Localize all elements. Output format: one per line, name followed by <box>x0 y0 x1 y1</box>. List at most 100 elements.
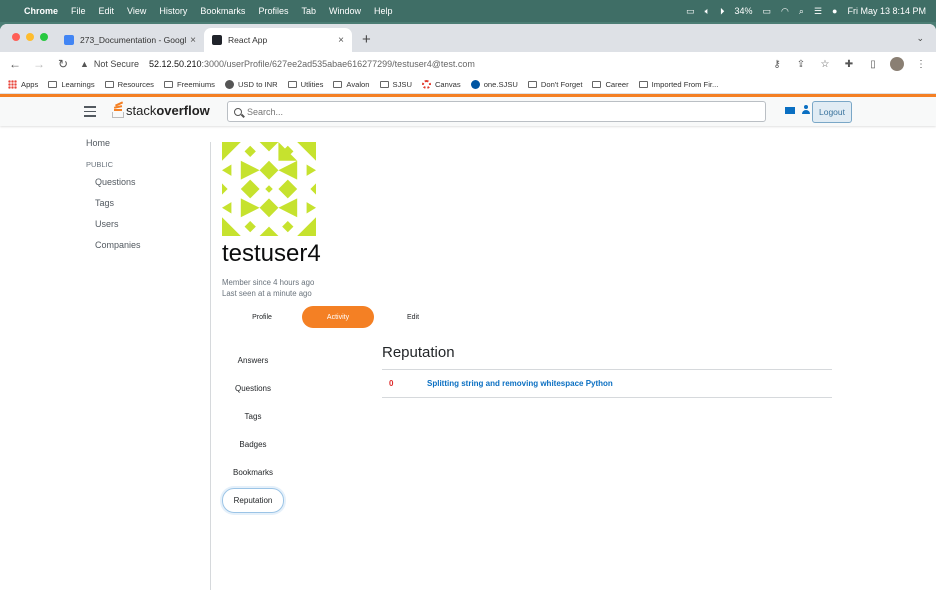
logout-button[interactable]: Logout <box>812 101 852 123</box>
folder-icon <box>333 81 343 88</box>
bookmark-utlities[interactable]: Utlities <box>287 80 323 89</box>
close-tab-icon[interactable]: × <box>190 35 196 46</box>
share-icon[interactable]: ⇪ <box>794 59 808 70</box>
canvas-icon <box>421 80 431 89</box>
tab-edit[interactable]: Edit <box>376 306 450 328</box>
hamburger-menu-icon[interactable] <box>84 106 96 120</box>
bookmark-avalon[interactable]: Avalon <box>333 80 370 89</box>
menu-app-name[interactable]: Chrome <box>24 6 58 16</box>
tab-react-app[interactable]: React App × <box>204 28 352 52</box>
sidebar-item-companies[interactable]: Companies <box>95 240 141 250</box>
last-seen: Last seen at a minute ago <box>222 289 312 298</box>
bookmark-resources[interactable]: Resources <box>104 80 154 89</box>
menu-help[interactable]: Help <box>374 6 393 16</box>
zoom-window-button[interactable] <box>40 33 48 41</box>
activity-nav-questions[interactable]: Questions <box>222 374 284 402</box>
close-tab-icon[interactable]: × <box>338 35 344 46</box>
search-icon <box>234 107 242 116</box>
screen: Chrome File Edit View History Bookmarks … <box>0 0 936 608</box>
bookmark-sjsu[interactable]: SJSU <box>379 80 412 89</box>
menu-edit[interactable]: Edit <box>99 6 115 16</box>
user-profile-icon[interactable] <box>801 105 811 115</box>
wifi-icon[interactable]: ◠ <box>781 6 789 17</box>
react-icon <box>212 35 222 45</box>
search-input[interactable] <box>247 106 765 117</box>
tab-search-chevron-icon[interactable]: ⌄ <box>916 33 924 44</box>
stackoverflow-logo-icon <box>112 101 124 118</box>
side-panel-icon[interactable]: ▯ <box>866 59 880 70</box>
logo-text-plain: stack <box>126 102 157 118</box>
folder-icon <box>592 81 602 88</box>
activity-nav-reputation[interactable]: Reputation <box>222 488 284 513</box>
stackoverflow-logo[interactable]: stack overflow <box>112 101 210 118</box>
warning-icon[interactable]: ▲ <box>80 59 89 69</box>
activity-nav-answers[interactable]: Answers <box>222 346 284 374</box>
back-arrow-icon[interactable]: ← <box>8 57 22 71</box>
site-header: stackoverflow Logout <box>0 94 936 126</box>
apps-grid-icon <box>8 80 17 89</box>
key-icon[interactable]: ⚷ <box>770 59 784 70</box>
inbox-icon[interactable] <box>785 106 795 114</box>
bookmark-learnings[interactable]: Learnings <box>48 80 95 89</box>
tab-title: 273_Documentation - Google <box>80 35 187 45</box>
menu-file[interactable]: File <box>71 6 86 16</box>
bookmark-label: USD to INR <box>237 80 278 89</box>
sidebar-item-home[interactable]: Home <box>86 138 141 148</box>
bookmark-canvas[interactable]: Canvas <box>421 80 461 89</box>
new-tab-button[interactable]: + <box>362 31 371 48</box>
bookmarks-bar: Apps Learnings Resources Freemiums USD t… <box>0 76 936 94</box>
sidebar-item-tags[interactable]: Tags <box>95 198 141 208</box>
browser-toolbar: ← → ↻ ▲ Not Secure 52.12.50.210 :3000/us… <box>0 52 936 76</box>
activity-nav-badges[interactable]: Badges <box>222 430 284 458</box>
forward-arrow-icon[interactable]: → <box>32 57 46 71</box>
activity-nav-bookmarks[interactable]: Bookmarks <box>222 458 284 486</box>
close-window-button[interactable] <box>12 33 20 41</box>
more-menu-icon[interactable]: ⋮ <box>914 59 928 70</box>
display-icon[interactable]: ▭ <box>686 6 695 17</box>
bookmark-label: SJSU <box>392 80 412 89</box>
volume-icon[interactable]: 🔈︎ <box>705 6 710 17</box>
tab-activity[interactable]: Activity <box>302 306 374 328</box>
sidebar-section-public: PUBLIC <box>86 160 114 169</box>
search-box[interactable] <box>227 101 766 122</box>
bookmark-one-sjsu[interactable]: one.SJSU <box>470 80 518 89</box>
reload-icon[interactable]: ↻ <box>56 57 70 71</box>
bookmark-dont-forget[interactable]: Don't Forget <box>527 80 582 89</box>
battery-icon[interactable]: ▭ <box>763 6 772 17</box>
extensions-icon[interactable]: ✚ <box>842 59 856 70</box>
menu-bookmarks[interactable]: Bookmarks <box>200 6 245 16</box>
bookmark-freemiums[interactable]: Freemiums <box>163 80 215 89</box>
spotlight-icon[interactable]: ⌕ <box>799 6 804 17</box>
member-since: Member since 4 hours ago <box>222 278 315 287</box>
status-area: ▭ 🔈︎ ⏵︎ 34% ▭ ◠ ⌕ ☰ ● Fri May 13 8:14 PM <box>686 6 926 17</box>
bookmark-label: Canvas <box>434 80 461 89</box>
menu-tab[interactable]: Tab <box>301 6 316 16</box>
reputation-value: 0 <box>389 379 394 388</box>
minimize-window-button[interactable] <box>26 33 34 41</box>
star-icon[interactable]: ☆ <box>818 59 832 70</box>
bookmark-career[interactable]: Career <box>592 80 629 89</box>
activity-nav-tags[interactable]: Tags <box>222 402 284 430</box>
menu-history[interactable]: History <box>159 6 187 16</box>
question-link[interactable]: Splitting string and removing whitespace… <box>427 379 613 388</box>
menu-window[interactable]: Window <box>329 6 361 16</box>
bookmark-usd-to-inr[interactable]: USD to INR <box>224 80 278 89</box>
bookmark-apps[interactable]: Apps <box>8 80 38 89</box>
bookmark-label: Imported From Fir... <box>651 80 719 89</box>
play-icon[interactable]: ⏵︎ <box>720 6 725 17</box>
folder-icon <box>48 81 58 88</box>
profile-avatar[interactable] <box>890 57 904 71</box>
siri-icon[interactable]: ● <box>832 6 837 16</box>
clock[interactable]: Fri May 13 8:14 PM <box>847 6 926 16</box>
tab-documentation[interactable]: 273_Documentation - Google × <box>56 28 204 52</box>
address-bar[interactable]: ▲ Not Secure 52.12.50.210 :3000/userProf… <box>80 55 760 73</box>
control-center-icon[interactable]: ☰ <box>814 6 822 17</box>
security-label[interactable]: Not Secure <box>94 59 139 69</box>
sidebar-item-questions[interactable]: Questions <box>95 177 141 187</box>
sidebar-item-users[interactable]: Users <box>95 219 141 229</box>
tab-profile[interactable]: Profile <box>224 306 300 328</box>
bookmark-label: Career <box>605 80 629 89</box>
menu-profiles[interactable]: Profiles <box>258 6 288 16</box>
bookmark-imported[interactable]: Imported From Fir... <box>638 80 719 89</box>
menu-view[interactable]: View <box>127 6 146 16</box>
